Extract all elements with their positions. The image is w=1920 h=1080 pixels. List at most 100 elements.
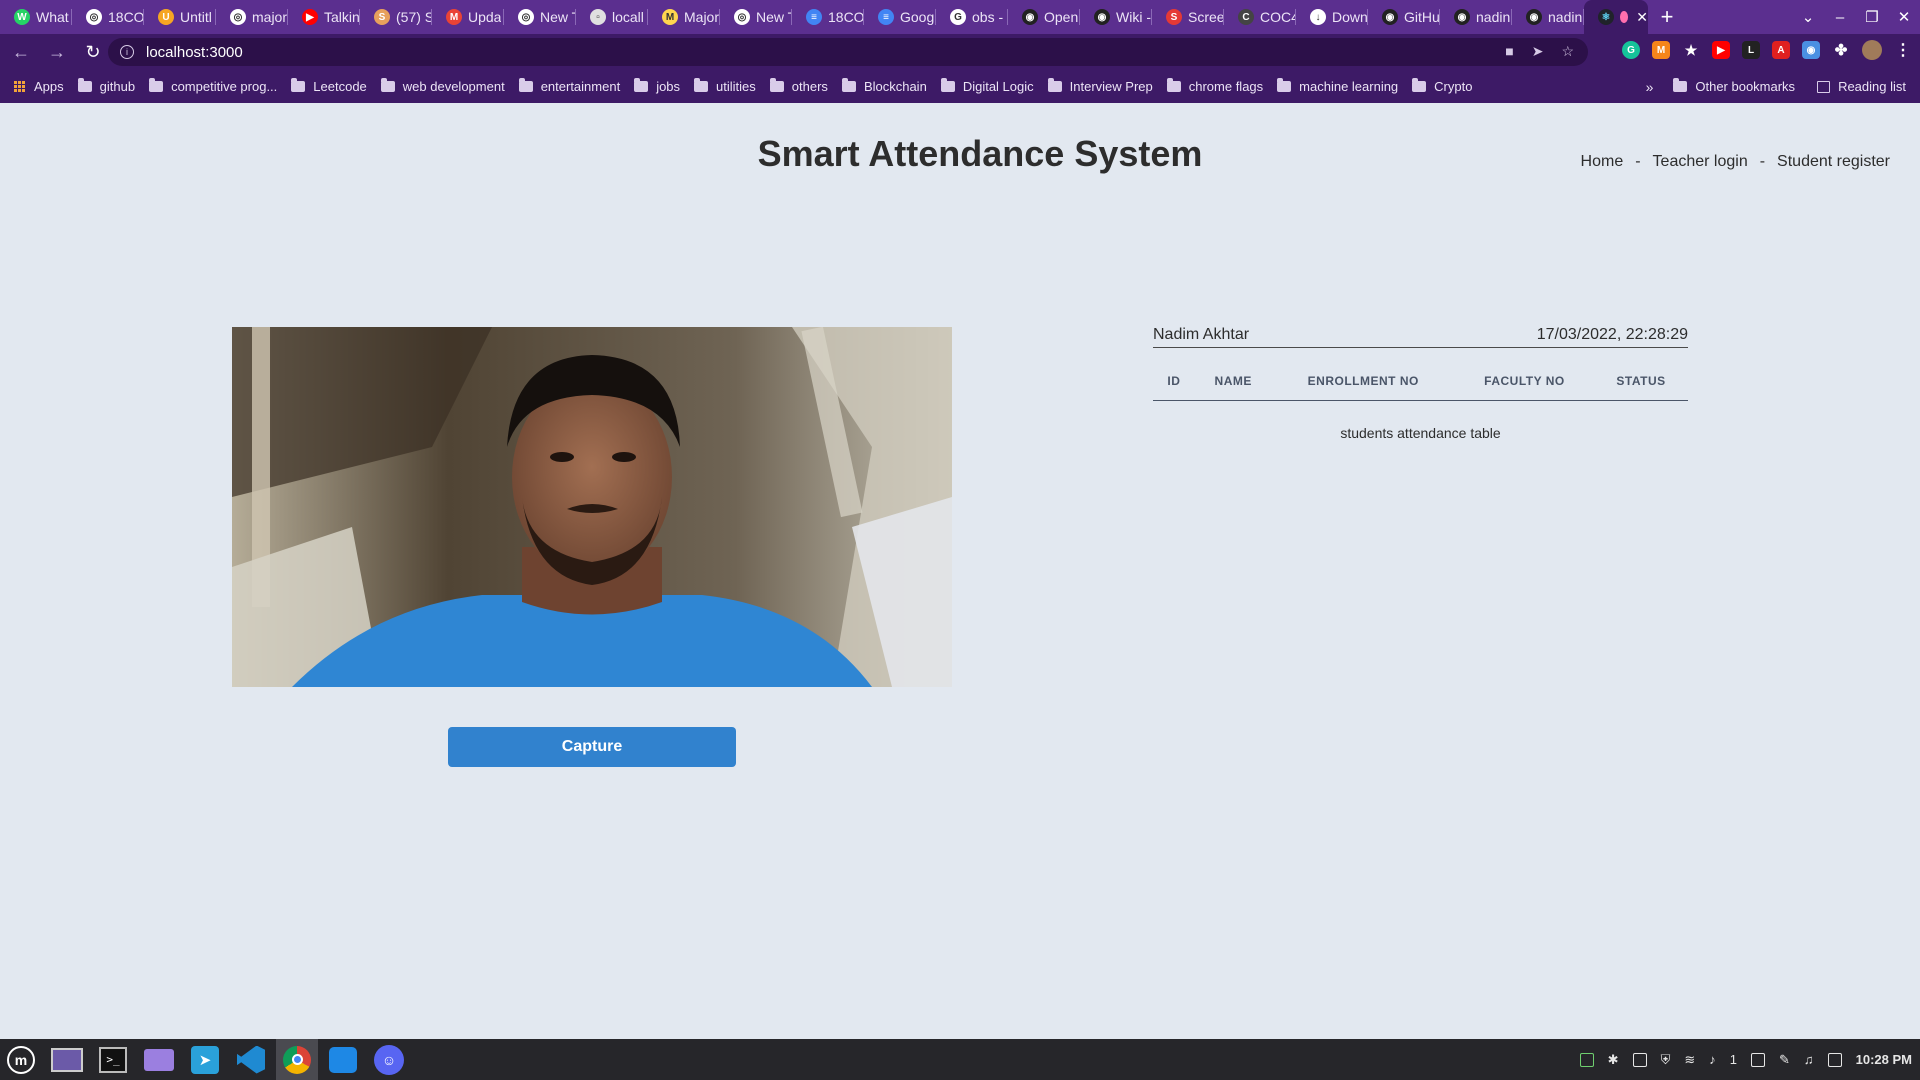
folder-icon: [518, 78, 533, 92]
reload-icon[interactable]: ↻: [78, 37, 108, 67]
forward-icon[interactable]: →: [42, 37, 72, 67]
tab-title: GitHu: [1404, 9, 1440, 25]
bookmark-label: Interview Prep: [1069, 79, 1153, 94]
tab-1[interactable]: ◎ 18CO: [72, 0, 144, 34]
puzzle-extensions-icon[interactable]: ✤: [1832, 41, 1850, 59]
notifications-icon[interactable]: ♪: [1709, 1052, 1716, 1067]
more-bookmarks-icon[interactable]: »: [1646, 79, 1654, 95]
tab-2[interactable]: U Untitl: [144, 0, 216, 34]
telegram-icon[interactable]: ➤: [184, 1039, 226, 1080]
minimize-icon[interactable]: –: [1824, 9, 1856, 26]
new-tab-button[interactable]: +: [1648, 0, 1686, 34]
bookmark-folder-4[interactable]: entertainment: [518, 78, 620, 94]
workspace-icon[interactable]: [46, 1039, 88, 1080]
bookmark-folder-6[interactable]: utilities: [694, 78, 756, 94]
metamask-icon[interactable]: M: [1652, 41, 1670, 59]
bookmark-folder-11[interactable]: chrome flags: [1166, 78, 1263, 94]
reading-list[interactable]: Reading list: [1817, 79, 1906, 94]
restore-icon[interactable]: ❐: [1856, 8, 1888, 26]
bookmark-star-icon[interactable]: ☆: [1561, 43, 1574, 60]
site-info-icon[interactable]: i: [120, 45, 134, 59]
network-icon[interactable]: ≋: [1684, 1052, 1695, 1068]
screenshot-icon[interactable]: [322, 1039, 364, 1080]
starred-extension-icon[interactable]: ★: [1682, 41, 1700, 59]
tab-20[interactable]: ◉ nadin: [1440, 0, 1512, 34]
tab-title: New T: [540, 9, 576, 25]
tab-11[interactable]: ≡ 18CO: [792, 0, 864, 34]
tab-4[interactable]: ▶ Talkin: [288, 0, 360, 34]
mint-menu-icon[interactable]: m: [0, 1039, 42, 1080]
bookmark-label: utilities: [716, 79, 756, 94]
bookmark-other[interactable]: Other bookmarks: [1673, 78, 1795, 94]
tab-13[interactable]: Gobs -: [936, 0, 1008, 34]
volume-icon[interactable]: ♫: [1804, 1052, 1814, 1067]
shield-icon[interactable]: ⛨: [1661, 1052, 1671, 1068]
tab-title: COC4: [1260, 9, 1296, 25]
bookmark-folder-1[interactable]: competitive prog...: [149, 78, 277, 94]
bookmark-folder-0[interactable]: github: [77, 78, 135, 94]
tab-15[interactable]: ◉ Wiki -: [1080, 0, 1152, 34]
attendance-table: ID NAME ENROLLMENT NO FACULTY NO STATUS …: [1153, 362, 1688, 441]
tab-14[interactable]: ◉ Open: [1008, 0, 1080, 34]
terminal-icon[interactable]: >_: [92, 1039, 134, 1080]
tab-10[interactable]: ◎ New T: [720, 0, 792, 34]
bookmark-folder-2[interactable]: Leetcode: [291, 78, 367, 94]
profile-avatar[interactable]: [1862, 40, 1882, 60]
clock[interactable]: 10:28 PM: [1856, 1052, 1912, 1067]
tab-title: Untitl: [180, 9, 212, 25]
bluetooth-icon[interactable]: ✱: [1608, 1052, 1619, 1068]
camera-icon[interactable]: ■: [1505, 43, 1513, 60]
files-icon[interactable]: [138, 1039, 180, 1080]
capture-button[interactable]: Capture: [448, 727, 736, 767]
tab-19[interactable]: ◉ GitHu: [1368, 0, 1440, 34]
bookmark-folder-12[interactable]: machine learning: [1277, 78, 1398, 94]
battery-icon[interactable]: [1827, 1052, 1842, 1067]
bookmark-folder-5[interactable]: jobs: [634, 78, 680, 94]
tab-21[interactable]: ◉ nadin: [1512, 0, 1584, 34]
tab-18[interactable]: ↓ Down: [1296, 0, 1368, 34]
nav-teacher-login-link[interactable]: Teacher login: [1653, 153, 1748, 171]
bookmark-folder-8[interactable]: Blockchain: [841, 78, 927, 94]
youtube-extension-icon[interactable]: ▶: [1712, 41, 1730, 59]
tab-search-icon[interactable]: ⌄: [1792, 8, 1824, 26]
pdf-extension-icon[interactable]: A: [1772, 41, 1790, 59]
vscode-icon[interactable]: [230, 1039, 272, 1080]
nav-student-register-link[interactable]: Student register: [1777, 153, 1890, 171]
bookmark-folder-13[interactable]: Crypto: [1412, 78, 1472, 94]
tab-favicon-icon: ◎: [86, 9, 102, 25]
bookmark-apps[interactable]: Apps: [14, 79, 64, 94]
keyboard-icon[interactable]: [1750, 1052, 1765, 1067]
nav-home-link[interactable]: Home: [1581, 153, 1624, 171]
tab-active[interactable]: ⚛ ✕: [1584, 0, 1648, 34]
tab-9[interactable]: M Major: [648, 0, 720, 34]
pen-icon[interactable]: ✎: [1779, 1052, 1790, 1068]
send-icon[interactable]: ➤: [1532, 43, 1544, 60]
grammarly-icon[interactable]: G: [1622, 41, 1640, 59]
bookmark-folder-9[interactable]: Digital Logic: [940, 78, 1034, 94]
tab-12[interactable]: ≡ Goog: [864, 0, 936, 34]
screencast-extension-icon[interactable]: ◉: [1802, 41, 1820, 59]
tab-8[interactable]: ▫ locall: [576, 0, 648, 34]
close-window-icon[interactable]: ✕: [1888, 8, 1920, 26]
address-bar[interactable]: i localhost:3000 ■ ➤ ☆: [108, 38, 1588, 66]
tab-favicon-icon: S: [374, 9, 390, 25]
tab-7[interactable]: ◎ New T: [504, 0, 576, 34]
bookmark-folder-10[interactable]: Interview Prep: [1047, 78, 1153, 94]
tab-3[interactable]: ◎ major: [216, 0, 288, 34]
close-tab-icon[interactable]: ✕: [1636, 9, 1648, 26]
tab-6[interactable]: M Upda: [432, 0, 504, 34]
tab-5[interactable]: S (57) S: [360, 0, 432, 34]
chrome-icon[interactable]: [276, 1039, 318, 1080]
back-icon[interactable]: ←: [6, 37, 36, 67]
tab-title: major: [252, 9, 288, 25]
discord-icon[interactable]: ☺: [368, 1039, 410, 1080]
update-manager-icon[interactable]: [1579, 1052, 1594, 1067]
tab-16[interactable]: S Scree: [1152, 0, 1224, 34]
clipboard-icon[interactable]: [1632, 1052, 1647, 1067]
tab-17[interactable]: C COC4: [1224, 0, 1296, 34]
chrome-menu-icon[interactable]: ⋮: [1894, 41, 1912, 59]
bookmark-folder-7[interactable]: others: [769, 78, 828, 94]
tab-0[interactable]: W What: [0, 0, 72, 34]
bookmark-folder-3[interactable]: web development: [380, 78, 505, 94]
reader-extension-icon[interactable]: L: [1742, 41, 1760, 59]
